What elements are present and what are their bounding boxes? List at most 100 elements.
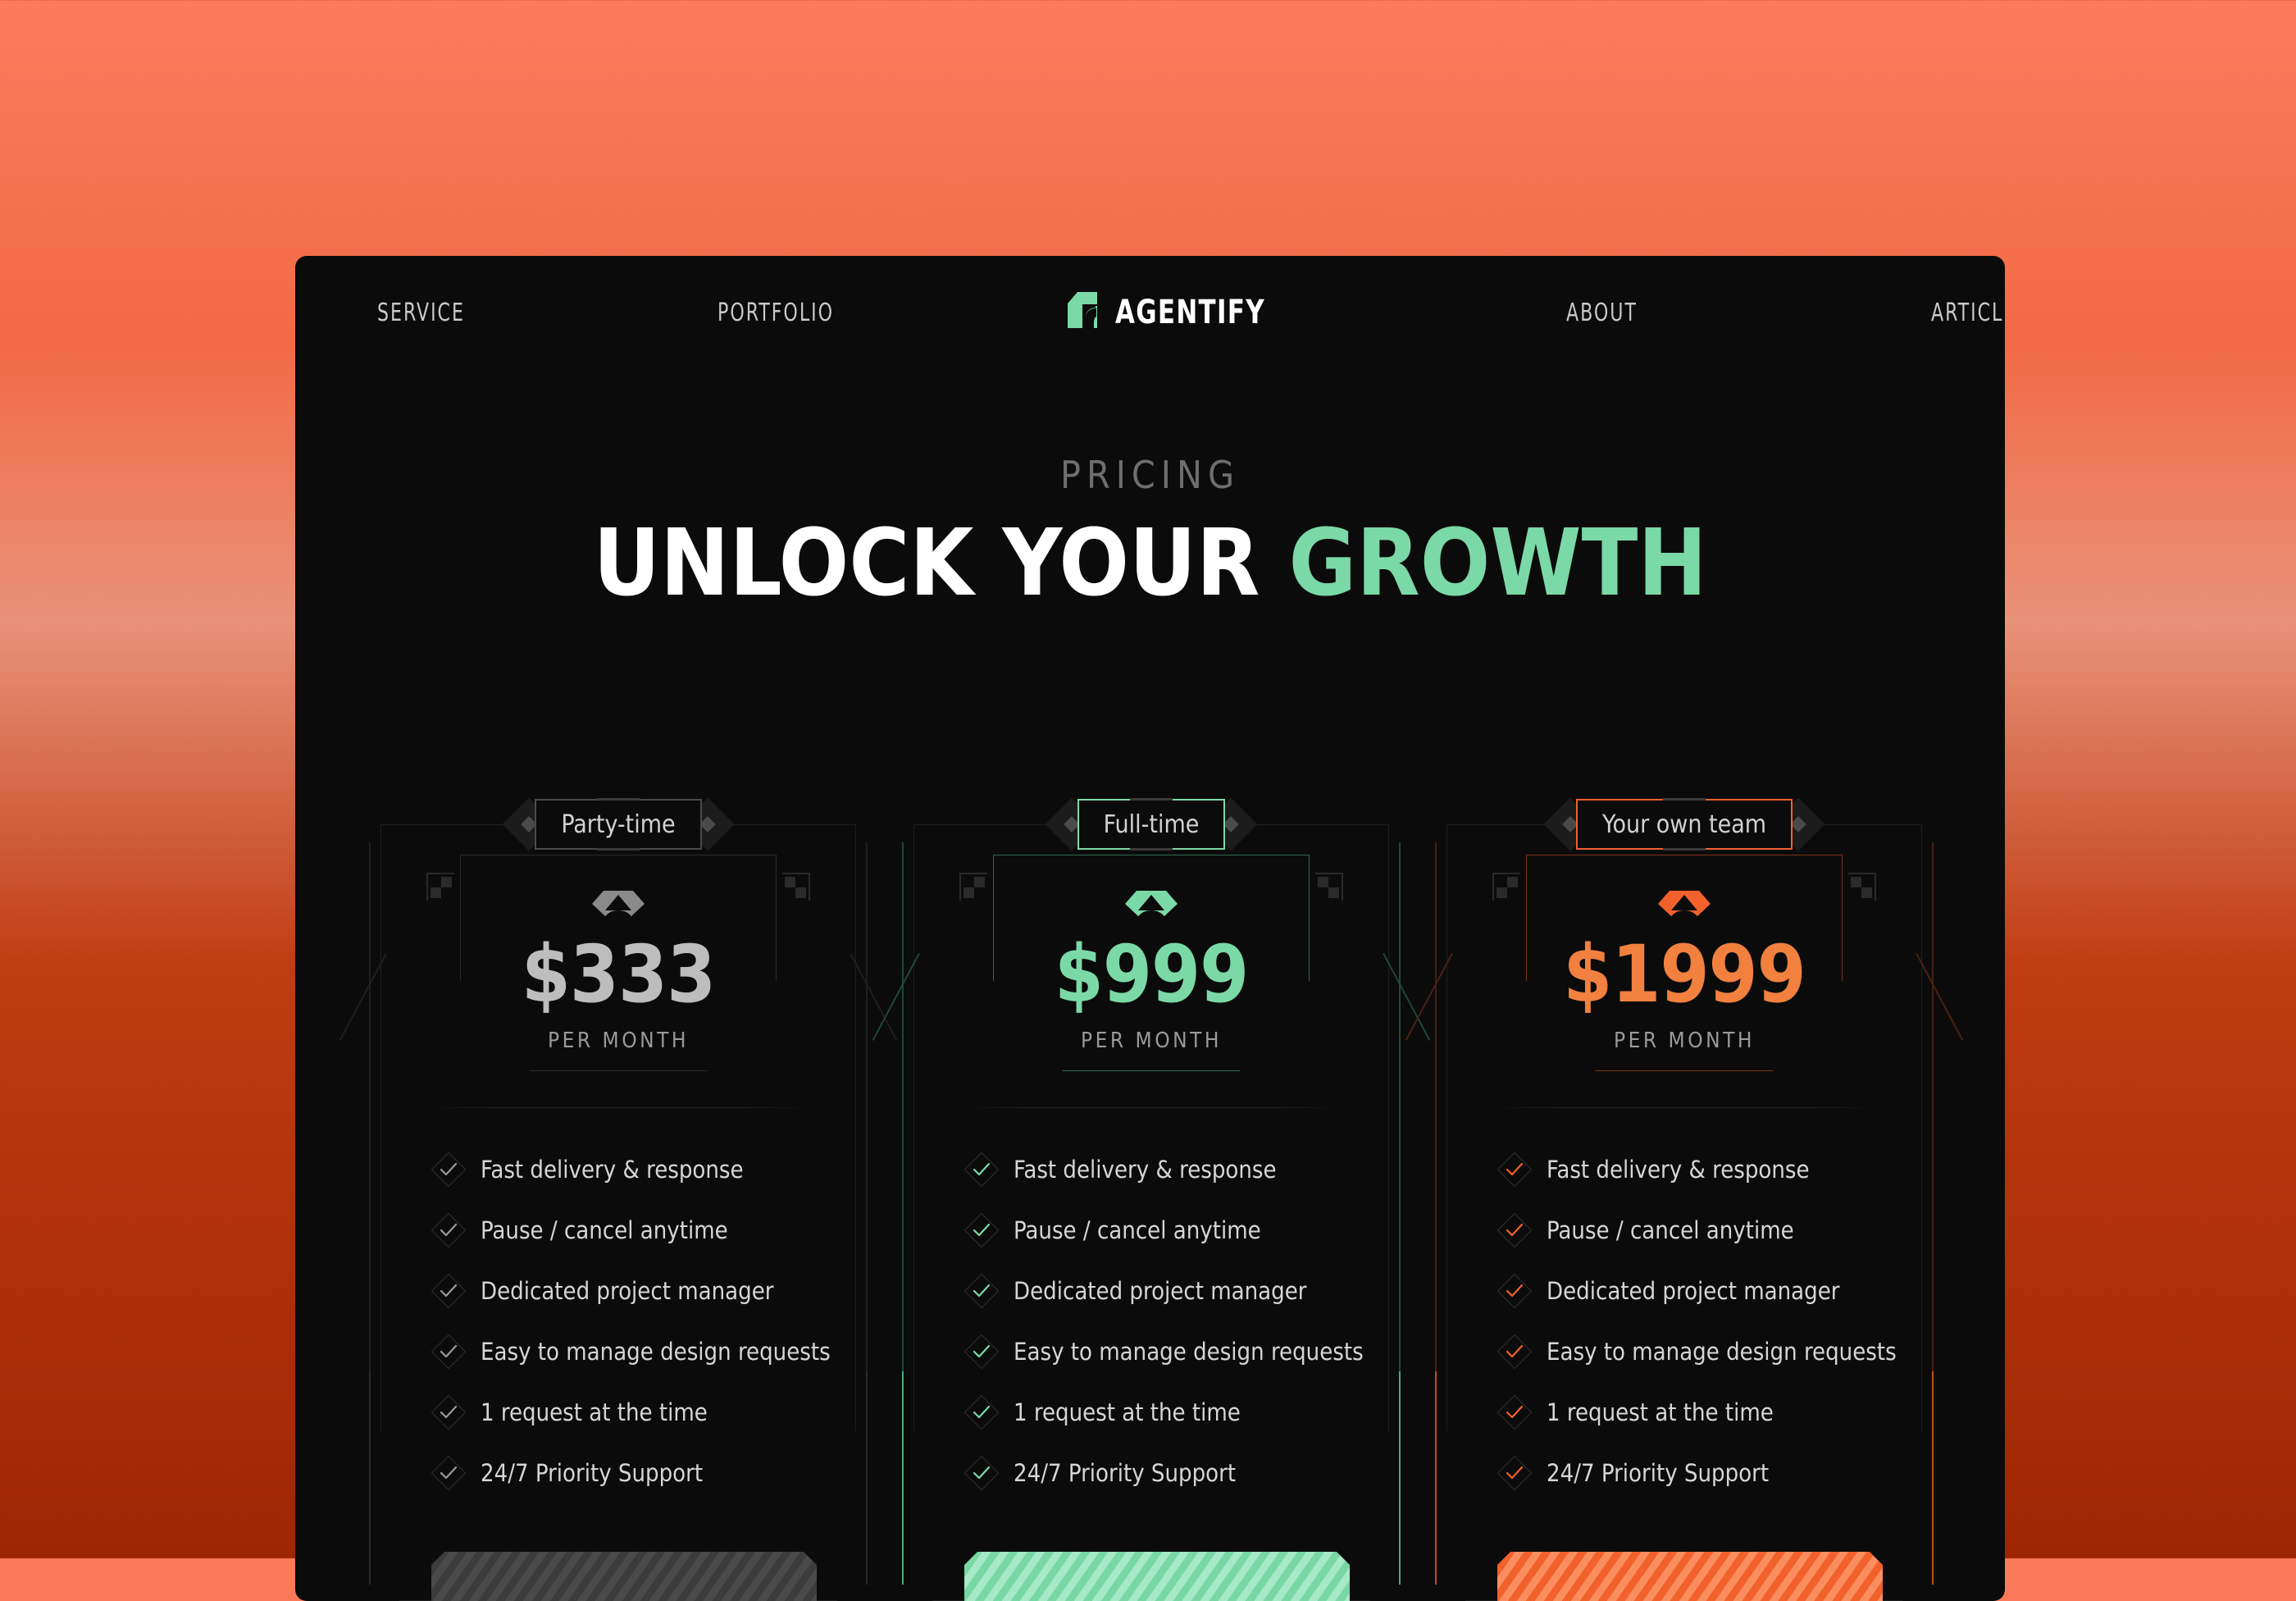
check-icon [1496,1273,1533,1309]
nav-link-portfolio[interactable]: PORTFOLIO [718,299,834,327]
plan-period: PER MONTH [547,1029,690,1053]
plan-badge-row: Full-time [913,797,1389,851]
card-rail-left [902,842,904,1416]
feature-label: Dedicated project manager [1014,1277,1307,1305]
card-diagonal-right [1916,953,1964,1041]
feature-label: 24/7 Priority Support [1014,1459,1237,1487]
feature-item: 24/7 Priority Support [430,1453,817,1493]
main-navigation: SERVICE PORTFOLIO AGENTIFY ABOUT ARTICLE [295,256,2005,363]
feature-label: Easy to manage design requests [1014,1338,1364,1366]
plan-badge[interactable]: Party-time [535,799,702,850]
check-icon [430,1455,467,1491]
feature-label: Easy to manage design requests [1547,1338,1897,1366]
check-icon [1496,1212,1533,1248]
card-rail-right-lower [1932,1371,1934,1585]
feature-item: Pause / cancel anytime [1496,1211,1883,1250]
feature-item: 1 request at the time [1496,1393,1883,1432]
check-icon [963,1455,1000,1491]
feature-label: Fast delivery & response [1547,1156,1810,1184]
site-panel: SERVICE PORTFOLIO AGENTIFY ABOUT ARTICLE… [295,256,2005,1601]
feature-item: Easy to manage design requests [1496,1332,1897,1371]
headline-plain: UNLOCK YOUR [593,510,1289,617]
feature-label: Dedicated project manager [1547,1277,1840,1305]
feature-label: Easy to manage design requests [481,1338,831,1366]
pricing-cards: Party-time $333 PER MONTH Fast delivery … [339,797,1964,1601]
pricing-card-green: Full-time $999 PER MONTH Fast delivery &… [872,797,1431,1601]
plan-cta-button[interactable] [1497,1552,1883,1601]
plan-badge[interactable]: Your own team [1575,799,1793,850]
nav-link-about[interactable]: ABOUT [1566,299,1638,327]
feature-item: Pause / cancel anytime [430,1211,817,1250]
card-rail-left-lower [902,1371,904,1585]
feature-item: 1 request at the time [963,1393,1350,1432]
headline-accent: GROWTH [1288,510,1707,617]
feature-item: Fast delivery & response [1496,1150,1883,1189]
nav-link-service[interactable]: SERVICE [377,299,465,327]
plan-period: PER MONTH [1613,1029,1756,1053]
feature-item: Fast delivery & response [963,1150,1350,1189]
feature-label: Dedicated project manager [481,1277,774,1305]
check-icon [963,1152,1000,1188]
plan-price: $333 [521,928,716,1020]
feature-item: 24/7 Priority Support [1496,1453,1883,1493]
page-title: UNLOCK YOUR GROWTH [295,510,2005,617]
plan-badge[interactable]: Full-time [1077,799,1226,850]
brand-name: AGENTIFY [1115,293,1265,331]
feature-label: 1 request at the time [1014,1398,1241,1426]
check-icon [1496,1394,1533,1430]
nav-link-article[interactable]: ARTICLE [1931,299,2005,327]
feature-label: Pause / cancel anytime [1014,1216,1261,1244]
check-icon [963,1334,1000,1370]
card-rail-right [1932,842,1934,1416]
check-icon [430,1334,467,1370]
feature-label: 1 request at the time [481,1398,708,1426]
plan-badge-row: Your own team [1446,797,1922,851]
check-icon [430,1273,467,1309]
plan-price: $1999 [1563,928,1806,1020]
feature-item: Dedicated project manager [963,1271,1350,1311]
pricing-card-orange: Your own team $1999 PER MONTH Fast deliv… [1405,797,1964,1601]
gem-plan-icon [913,886,1389,933]
check-icon [1496,1152,1533,1188]
feature-item: Easy to manage design requests [963,1332,1364,1371]
card-rail-right [866,842,868,1416]
feature-item: Dedicated project manager [1496,1271,1883,1311]
plan-cta-button[interactable] [964,1552,1350,1601]
check-icon [1496,1334,1533,1370]
card-divider [1494,1107,1875,1108]
feature-item: 1 request at the time [430,1393,817,1432]
plan-period: PER MONTH [1080,1029,1223,1053]
feature-label: Pause / cancel anytime [1547,1216,1794,1244]
card-rail-right [1399,842,1401,1416]
feature-label: 24/7 Priority Support [481,1459,704,1487]
card-rail-left [1435,842,1437,1416]
check-icon [430,1212,467,1248]
feature-item: Pause / cancel anytime [963,1211,1350,1250]
card-rail-right-lower [1399,1371,1401,1585]
check-icon [430,1152,467,1188]
plan-cta-button[interactable] [431,1552,817,1601]
feature-label: Pause / cancel anytime [481,1216,728,1244]
feature-label: Fast delivery & response [481,1156,744,1184]
pricing-card-gray: Party-time $333 PER MONTH Fast delivery … [339,797,898,1601]
feature-list: Fast delivery & response Pause / cancel … [1496,1150,1897,1514]
feature-list: Fast delivery & response Pause / cancel … [430,1150,831,1514]
card-rail-right-lower [866,1371,868,1585]
gem-plan-icon [1446,886,1922,933]
check-icon [430,1394,467,1430]
check-icon [1496,1455,1533,1491]
check-icon [963,1394,1000,1430]
feature-item: Easy to manage design requests [430,1332,831,1371]
card-rail-left-lower [369,1371,371,1585]
feature-item: Dedicated project manager [430,1271,817,1311]
card-diagonal-right [850,953,898,1041]
card-divider [428,1107,809,1108]
brand-logo[interactable]: AGENTIFY [1066,290,1290,334]
card-rail-left [369,842,371,1416]
agentify-logo-icon [1066,290,1102,334]
check-icon [963,1212,1000,1248]
feature-label: 24/7 Priority Support [1547,1459,1770,1487]
feature-item: 24/7 Priority Support [963,1453,1350,1493]
plan-badge-row: Party-time [380,797,856,851]
feature-list: Fast delivery & response Pause / cancel … [963,1150,1364,1514]
